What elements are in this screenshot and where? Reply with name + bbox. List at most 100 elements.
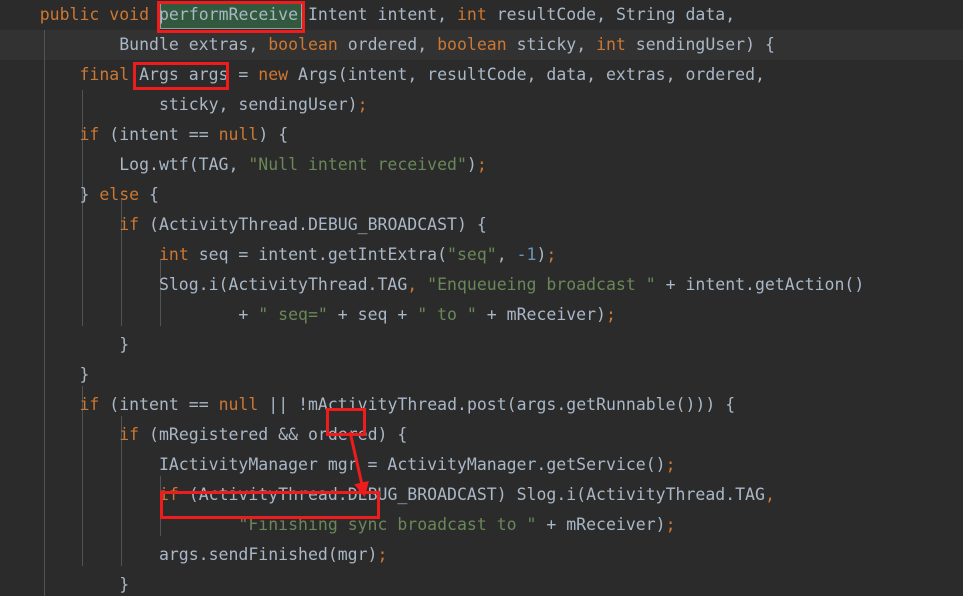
code-token: (ActivityThread.DEBUG_BROADCAST) { [139,215,487,234]
code-token: sticky, [506,35,597,54]
code-line[interactable]: IActivityManager mgr = ActivityManager.g… [0,450,676,480]
code-token: if [119,215,140,234]
code-token: -1 [516,245,537,264]
code-line[interactable]: sticky, sendingUser); [0,90,368,120]
code-token: "Finishing sync broadcast to " [238,515,537,534]
code-token: , [496,245,517,264]
code-line[interactable]: Bundle extras, boolean ordered, boolean … [0,30,775,60]
code-token: "seq" [447,245,497,264]
code-token: "Enqueueing broadcast " [427,275,656,294]
code-token: + intent.getAction() [655,275,865,294]
code-token: if [79,395,100,414]
code-token: , [407,275,418,294]
code-token: (intent == [99,125,219,144]
code-text[interactable]: public void performReceive(Intent intent… [0,0,963,596]
code-token: + mReceiver) [536,515,666,534]
code-token: (intent == [99,395,219,414]
code-token: args.sendFinished(mgr) [0,545,378,564]
code-token: ordered, [337,35,438,54]
code-token: } [0,365,90,384]
code-token: else [99,185,140,204]
code-token: Args(intent, resultCode, data, extras, o… [288,65,765,84]
code-token: boolean [437,35,507,54]
code-token: public [39,5,100,24]
code-token: ; [605,305,616,324]
code-token: performReceive(Intent intent, [149,5,457,24]
code-token: + [0,305,259,324]
code-line[interactable]: } else { [0,180,159,210]
code-line[interactable]: if (intent == null) { [0,120,288,150]
code-line[interactable]: Log.wtf(TAG, "Null intent received"); [0,150,487,180]
code-token: ) [466,155,477,174]
code-line[interactable]: } [0,570,129,596]
code-token: Slog.i(ActivityThread.TAG [0,275,408,294]
code-line[interactable]: if (mRegistered && ordered) { [0,420,407,450]
code-token: " to " [417,305,477,324]
code-token: ; [546,245,557,264]
code-line[interactable]: } [0,330,129,360]
code-token: ) [536,245,547,264]
code-token: new [258,65,289,84]
code-token: null [218,125,259,144]
code-token: boolean [268,35,338,54]
code-token: " seq=" [258,305,328,324]
code-token: (mRegistered && ordered) { [139,425,408,444]
code-token: "Null intent received" [248,155,467,174]
code-line[interactable]: "Finishing sync broadcast to " + mReceiv… [0,510,676,540]
code-line[interactable]: } [0,360,89,390]
code-token: int [457,5,487,24]
code-line[interactable]: + " seq=" + seq + " to " + mReceiver); [0,300,616,330]
code-token: null [218,395,259,414]
code-token: + seq + [327,305,418,324]
code-token: ; [476,155,487,174]
code-line[interactable]: if (intent == null || !mActivityThread.p… [0,390,735,420]
code-token: ; [665,515,676,534]
code-token: if [119,425,140,444]
code-token: ) { [258,125,289,144]
code-token: (ActivityThread.DEBUG_BROADCAST) Slog.i(… [178,485,765,504]
code-line[interactable]: args.sendFinished(mgr); [0,540,388,570]
code-token: if [158,485,179,504]
code-token: ; [357,95,368,114]
code-token: ; [377,545,388,564]
code-token: resultCode, String data, [486,5,736,24]
code-token: ; [665,455,676,474]
code-token: { [139,185,159,204]
code-token: void [109,5,150,24]
code-token: IActivityManager mgr = ActivityManager.g… [0,455,666,474]
code-token: Args args = [129,65,259,84]
code-token: int [158,245,189,264]
code-token: Log.wtf(TAG, [0,155,249,174]
code-line[interactable]: final Args args = new Args(intent, resul… [0,60,765,90]
code-token: if [79,125,100,144]
code-token: int [596,35,626,54]
code-token: Bundle extras, [0,35,269,54]
code-editor[interactable]: public void performReceive(Intent intent… [0,0,963,596]
code-token: sticky, sendingUser) [0,95,358,114]
code-token: } [0,575,130,594]
code-line[interactable]: public void performReceive(Intent intent… [0,0,735,30]
code-token: seq = intent.getIntExtra( [188,245,448,264]
code-token: } [0,335,130,354]
code-token: , [764,485,775,504]
code-token: + mReceiver) [476,305,606,324]
code-token: final [79,65,130,84]
code-token: || !mActivityThread.post(args.getRunnabl… [258,395,736,414]
code-line[interactable]: Slog.i(ActivityThread.TAG, "Enqueueing b… [0,270,864,300]
code-line[interactable]: if (ActivityThread.DEBUG_BROADCAST) { [0,210,487,240]
code-token: sendingUser) { [625,35,775,54]
code-line[interactable]: int seq = intent.getIntExtra("seq", -1); [0,240,556,270]
code-token: } [0,185,100,204]
code-line[interactable]: if (ActivityThread.DEBUG_BROADCAST) Slog… [0,480,775,510]
